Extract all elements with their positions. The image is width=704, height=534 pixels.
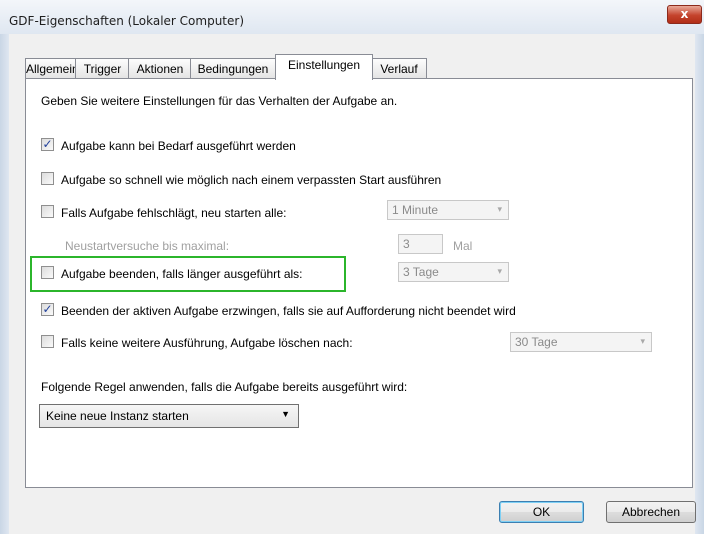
rule-label: Folgende Regel anwenden, falls die Aufga… [41,380,408,394]
delete-after-label: Falls keine weitere Ausführung, Aufgabe … [61,336,353,350]
missed-start-label: Aufgabe so schnell wie möglich nach eine… [61,173,442,187]
restart-on-fail-checkbox[interactable] [41,205,54,218]
intro-text: Geben Sie weitere Einstellungen für das … [41,94,398,108]
close-icon: x [680,7,689,21]
window-frame-left [0,34,9,534]
rule-select-value: Keine neue Instanz starten [46,409,189,423]
restart-attempts-unit: Mal [453,239,473,253]
restart-on-fail-label: Falls Aufgabe fehlschlägt, neu starten a… [61,206,287,220]
delete-after-value: 30 Tage [515,335,558,349]
tab-label: Verlauf [380,62,418,76]
tab-bedingungen[interactable]: Bedingungen [190,58,276,79]
chevron-down-icon: ▾ [497,204,502,214]
tab-label: Trigger [83,62,122,76]
on-demand-checkbox[interactable]: ✓ [41,137,54,151]
stop-duration-value: 3 Tage [403,265,439,279]
force-stop-label: Beenden der aktiven Aufgabe erzwingen, f… [61,304,516,318]
tab-trigger[interactable]: Trigger [75,58,130,79]
restart-attempts-label: Neustartversuche bis maximal: [65,239,230,253]
window-title: GDF-Eigenschaften (Lokaler Computer) [9,14,245,28]
chevron-down-icon: ▾ [640,336,645,346]
delete-after-combo[interactable]: 30 Tage ▾ [510,332,652,352]
chevron-down-icon: ▼ [281,409,290,419]
chevron-down-icon: ▾ [497,266,502,276]
highlight-frame [30,256,346,292]
on-demand-label: Aufgabe kann bei Bedarf ausgeführt werde… [61,139,296,153]
stop-duration-combo[interactable]: 3 Tage ▾ [398,262,509,282]
check-mark-icon: ✓ [42,137,53,151]
tab-allgemein[interactable]: Allgemein [25,58,79,79]
tab-label: Einstellungen [287,58,361,72]
tab-einstellungen[interactable]: Einstellungen [275,54,373,80]
rule-select[interactable]: Keine neue Instanz starten ▼ [39,404,299,428]
restart-interval-value: 1 Minute [392,203,439,217]
title-bar: GDF-Eigenschaften (Lokaler Computer) x [0,0,704,34]
missed-start-checkbox[interactable] [41,172,54,185]
check-mark-icon: ✓ [42,302,53,316]
force-stop-checkbox[interactable]: ✓ [41,302,54,316]
restart-attempts-value: 3 [403,237,410,251]
ok-button[interactable]: OK [499,501,584,523]
cancel-button[interactable]: Abbrechen [606,501,696,523]
window-frame-right [695,34,704,534]
cancel-button-label: Abbrechen [621,505,681,519]
tab-label: Aktionen [136,62,184,76]
close-button[interactable]: x [667,5,702,24]
restart-attempts-input[interactable]: 3 [398,234,443,254]
delete-after-checkbox[interactable] [41,335,54,348]
tab-verlauf[interactable]: Verlauf [371,58,427,79]
tab-label: Allgemein [26,62,79,76]
tab-aktionen[interactable]: Aktionen [128,58,192,79]
tab-label: Bedingungen [197,62,269,76]
restart-interval-combo[interactable]: 1 Minute ▾ [387,200,509,220]
ok-button-label: OK [532,505,551,519]
